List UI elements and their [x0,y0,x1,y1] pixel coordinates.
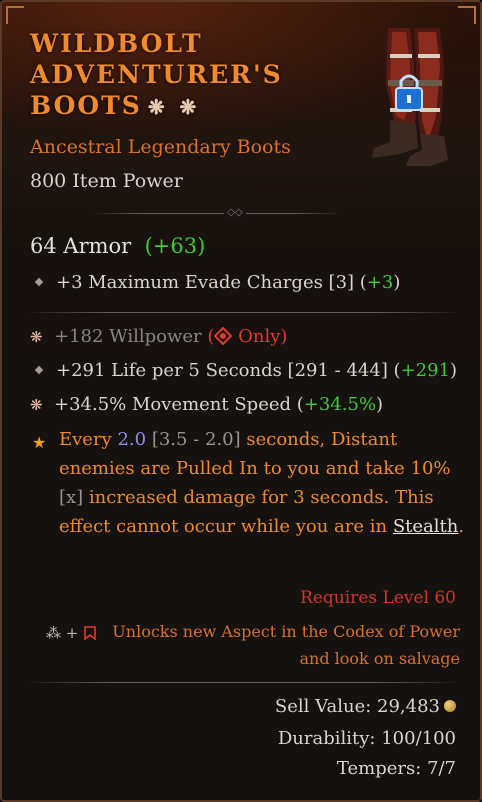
frame-corner [6,6,24,24]
codex-unlock-note: ⁂ + Unlocks new Aspect in the Codex of P… [46,618,460,672]
affix-text: +291 Life per 5 Seconds [291 - 444] ( [56,360,401,381]
tempers: Tempers: 7/7 [336,758,456,779]
aspect-x: [x] [59,487,84,508]
implicit-affix: +3 Maximum Evade Charges [3] (+3) [30,272,400,293]
divider [24,312,462,313]
level-requirement: Requires Level 60 [300,588,456,608]
aspect-range: [3.5 - 2.0] [146,429,241,450]
diamond-affix-icon [34,277,44,287]
implicit-bonus: +3 [366,272,394,293]
implicit-text: +3 Maximum Evade Charges [3] ( [56,272,367,293]
unlock-plus: + [65,624,79,642]
boots-with-lock-icon[interactable] [370,24,460,169]
aspect-text: Every [59,429,118,450]
implicit-close: ) [393,272,401,293]
item-tooltip: WILDBOLT ADVENTURER'S BOOTS ❋ ❋ Ancestral… [0,0,482,802]
druid-class-icon [214,327,233,345]
armor-stat: 64 Armor (+63) [30,234,205,258]
aspect-value: 2.0 [117,429,147,450]
legendary-aspect: Every 2.0 [3.5 - 2.0] seconds, Distant e… [59,425,469,541]
armor-value: 64 Armor [30,234,132,258]
sell-value-text: Sell Value: 29,483 [274,696,440,717]
affix-willpower: ❋ +182 Willpower ( Only) [30,326,287,347]
divider [24,682,462,683]
aspect-text: . [458,516,465,537]
gold-coin-icon [444,700,456,712]
unlock-icons: ⁂ + [46,620,97,647]
durability: Durability: 100/100 [277,728,456,749]
item-name: WILDBOLT ADVENTURER'S BOOTS ❋ ❋ [30,28,330,123]
affix-bonus: +34.5% [303,394,377,415]
aspect-text: increased damage for 3 seconds. This eff… [59,487,434,537]
frame-corner [458,6,476,24]
keyword-link-stealth[interactable]: Stealth [393,516,459,537]
affix-close: ) [450,360,458,381]
legendary-star-icon: ★ [32,433,47,452]
affix-suffix: Only) [232,326,288,347]
affix-text: +34.5% Movement Speed ( [54,394,304,415]
star-affix-icon: ❋ [30,396,43,414]
unlock-text: Unlocks new Aspect in the Codex of Power… [112,622,460,668]
affix-suffix-open: ( [201,326,215,347]
star-affix-icon: ❋ [30,328,43,346]
affix-movement-speed: ❋ +34.5% Movement Speed (+34.5%) [30,394,383,415]
armor-bonus: (+63) [144,234,206,258]
affix-close: ) [376,394,384,415]
item-power: 800 Item Power [30,170,183,192]
affix-life-regen: +291 Life per 5 Seconds [291 - 444] (+29… [30,360,457,381]
divider-ornament: ◇◇ [224,208,246,218]
socket-icons: ❋ ❋ [147,95,201,119]
sell-value: Sell Value: 29,483 [275,696,456,717]
codex-icon [84,626,96,641]
diamond-affix-icon [34,365,44,375]
affix-text: +182 Willpower [54,326,202,347]
salvage-icon: ⁂ [46,624,61,642]
divider [92,213,342,214]
item-rarity-type: Ancestral Legendary Boots [30,136,291,158]
affix-bonus: +291 [400,360,451,381]
